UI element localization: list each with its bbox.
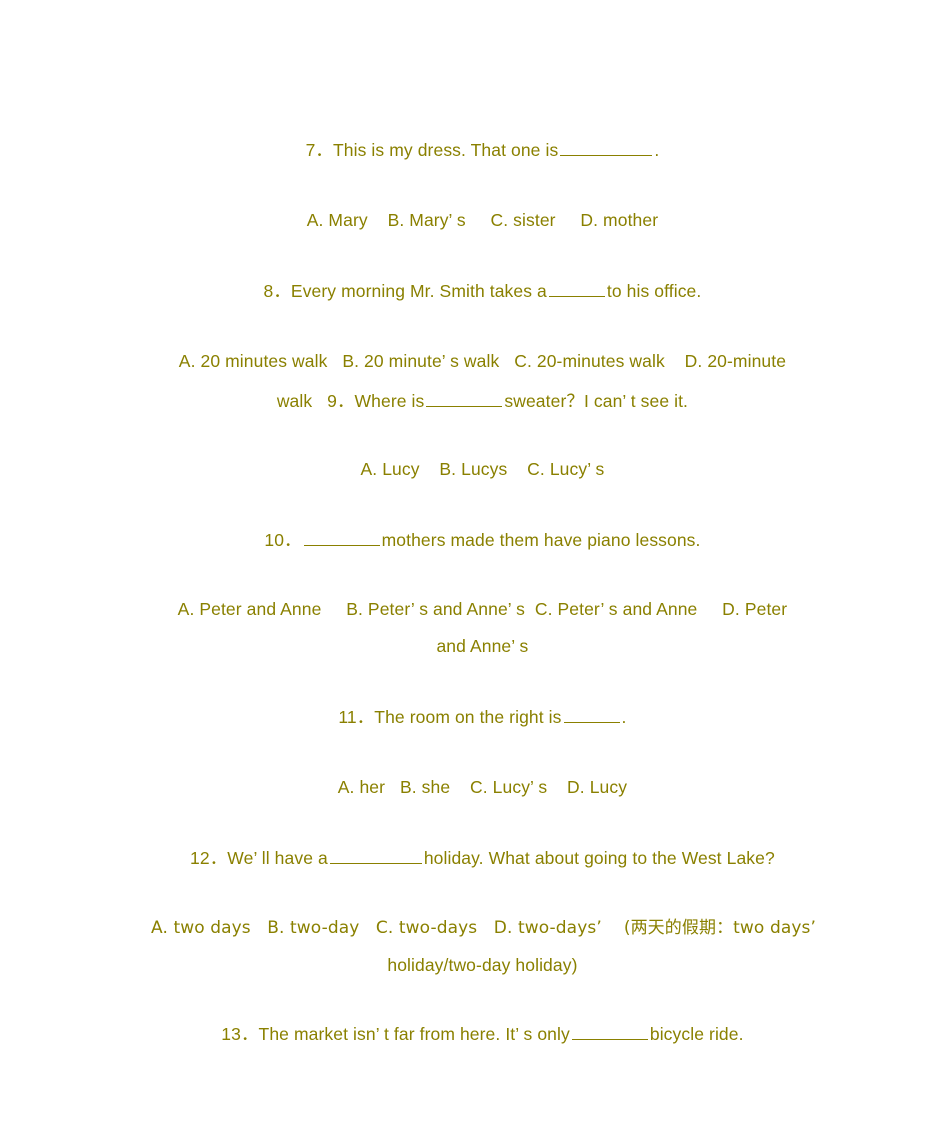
question-13-stem: 13．The market isn’ t far from here. It’ …: [0, 980, 945, 1088]
question-10-options-text-b: and Anne’ s: [436, 636, 529, 656]
question-11-stem-tail: .: [621, 707, 627, 727]
question-8-blank[interactable]: [548, 280, 605, 297]
question-9-options-text: A. Lucy B. Lucys C. Lucy’ s: [360, 459, 605, 479]
question-9-stem-tail: sweater？I can’ t see it.: [504, 391, 689, 411]
question-7-options-text: A. Mary B. Mary’ s C. sister D. mother: [306, 210, 659, 230]
question-9-blank[interactable]: [426, 390, 503, 407]
question-8-options-text-b: walk 9．Where is: [276, 391, 425, 411]
question-8-stem-tail: to his office.: [606, 281, 702, 301]
question-10-number: 10．: [264, 530, 302, 550]
question-13-stem-text: 13．The market isn’ t far from here. It’ …: [221, 1024, 570, 1044]
question-7-blank[interactable]: [560, 139, 653, 156]
worksheet-page: 7．This is my dress. That one is. A. Mary…: [0, 0, 945, 1123]
question-12-blank[interactable]: [329, 847, 422, 864]
question-7-stem-text: 7．This is my dress. That one is: [305, 140, 559, 160]
question-11-stem-text: 11．The room on the right is: [338, 707, 562, 727]
question-8-stem-text: 8．Every morning Mr. Smith takes a: [263, 281, 547, 301]
question-10-stem-tail: mothers made them have piano lessons.: [381, 530, 701, 550]
question-12-options-text-b: holiday/two-day holiday): [387, 955, 578, 975]
question-10-blank[interactable]: [303, 529, 380, 546]
question-12-stem-text: 12．We’ ll have a: [190, 848, 328, 868]
question-11-options-text: A. her B. she C. Lucy’ s D. Lucy: [337, 777, 628, 797]
question-13-stem-tail: bicycle ride.: [649, 1024, 744, 1044]
question-7-stem-tail: .: [654, 140, 660, 160]
question-11-blank[interactable]: [563, 706, 620, 723]
question-12-stem-tail: holiday. What about going to the West La…: [423, 848, 775, 868]
question-13-blank[interactable]: [571, 1023, 648, 1040]
